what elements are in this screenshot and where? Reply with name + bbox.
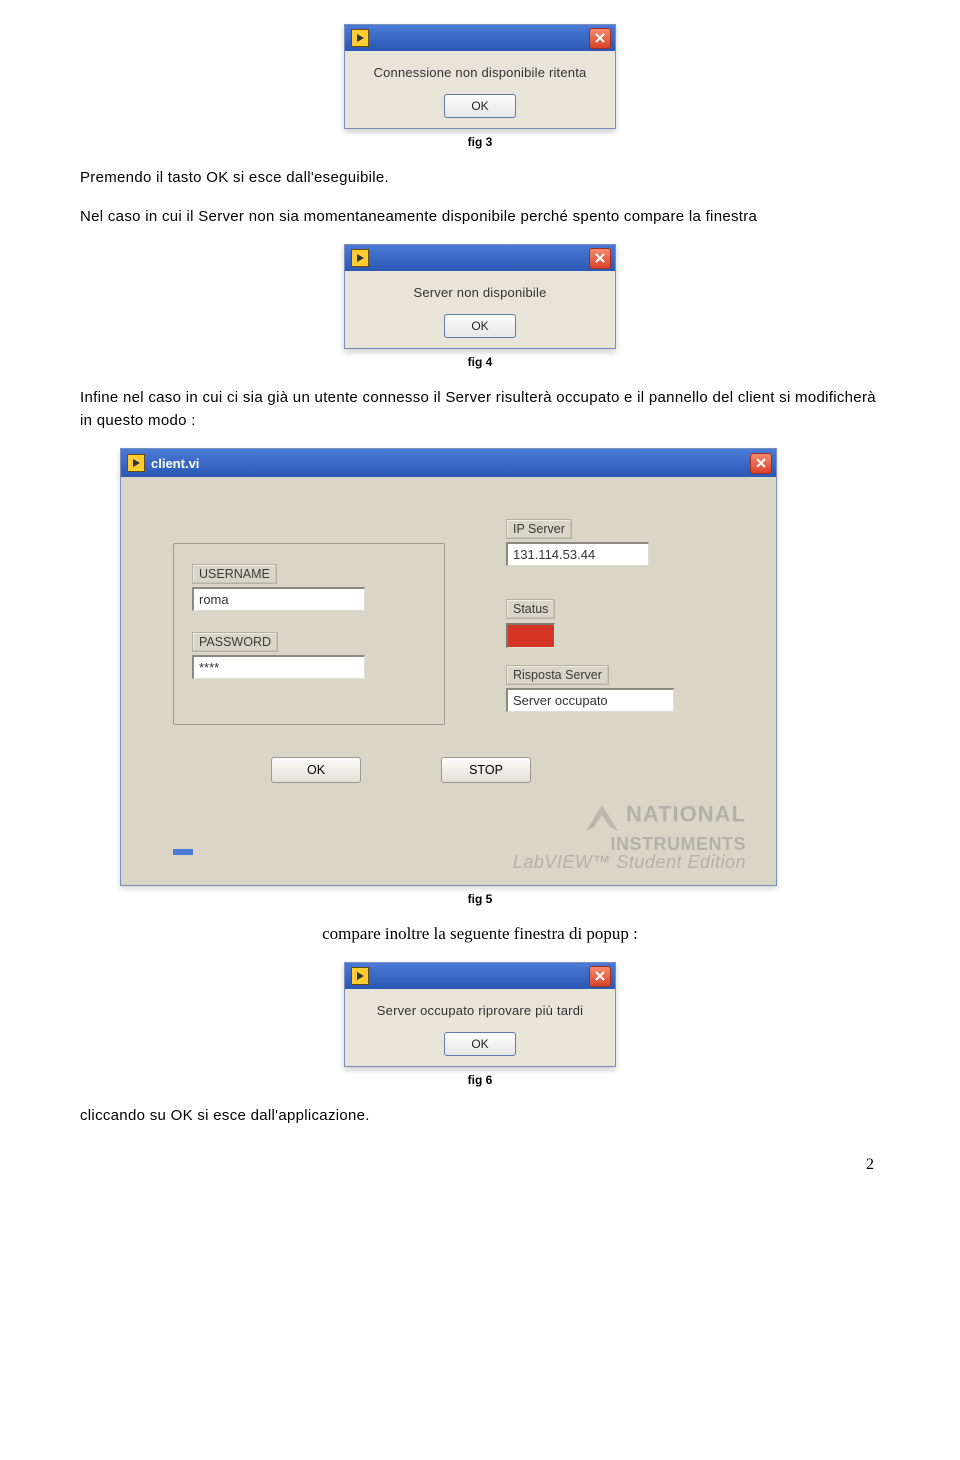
ipserver-field[interactable]: 131.114.53.44: [506, 542, 649, 566]
ok-button[interactable]: OK: [271, 757, 361, 783]
close-icon[interactable]: [589, 966, 611, 987]
caption-fig5: fig 5: [80, 892, 880, 906]
page-number: 2: [80, 1156, 880, 1174]
risposta-label: Risposta Server: [506, 665, 609, 685]
labview-icon: [127, 454, 145, 472]
status-label: Status: [506, 599, 555, 619]
credentials-panel: USERNAME roma PASSWORD ****: [173, 543, 445, 725]
window-clientvi: client.vi USERNAME roma PASSWORD **** IP…: [120, 448, 777, 886]
window-title: client.vi: [151, 456, 199, 471]
titlebar: client.vi: [121, 449, 776, 477]
dialog-fig6: Server occupato riprovare più tardi OK: [344, 962, 616, 1067]
username-field[interactable]: roma: [192, 587, 365, 611]
dialog-message: Server non disponibile: [357, 285, 603, 300]
close-icon[interactable]: [589, 28, 611, 49]
password-field[interactable]: ****: [192, 655, 365, 679]
ipserver-label: IP Server: [506, 519, 572, 539]
close-icon[interactable]: [589, 248, 611, 269]
decorative-bar: [173, 849, 193, 855]
ok-button[interactable]: OK: [444, 314, 516, 338]
labview-icon: [351, 967, 369, 985]
titlebar: [345, 245, 615, 271]
caption-fig6: fig 6: [80, 1073, 880, 1087]
paragraph-5: cliccando su OK si esce dall'applicazion…: [80, 1105, 880, 1128]
labview-icon: [351, 249, 369, 267]
paragraph-2: Nel caso in cui il Server non sia moment…: [80, 206, 880, 229]
paragraph-1: Premendo il tasto OK si esce dall'esegui…: [80, 167, 880, 190]
close-icon[interactable]: [750, 453, 772, 474]
caption-fig3: fig 3: [80, 135, 880, 149]
password-label: PASSWORD: [192, 632, 278, 652]
caption-fig4: fig 4: [80, 355, 880, 369]
dialog-message: Server occupato riprovare più tardi: [357, 1003, 603, 1018]
risposta-field: Server occupato: [506, 688, 674, 712]
dialog-fig4: Server non disponibile OK: [344, 244, 616, 349]
status-indicator: [506, 623, 555, 648]
titlebar: [345, 963, 615, 989]
dialog-message: Connessione non disponibile ritenta: [357, 65, 603, 80]
dialog-fig3: Connessione non disponibile ritenta OK: [344, 24, 616, 129]
titlebar: [345, 25, 615, 51]
paragraph-4: compare inoltre la seguente finestra di …: [80, 924, 880, 944]
stop-button[interactable]: STOP: [441, 757, 531, 783]
paragraph-3: Infine nel caso in cui ci sia già un ute…: [80, 387, 880, 432]
labview-watermark: NATIONAL INSTRUMENTS LabVIEW™ Student Ed…: [513, 801, 746, 871]
labview-icon: [351, 29, 369, 47]
username-label: USERNAME: [192, 564, 277, 584]
ok-button[interactable]: OK: [444, 94, 516, 118]
ok-button[interactable]: OK: [444, 1032, 516, 1056]
